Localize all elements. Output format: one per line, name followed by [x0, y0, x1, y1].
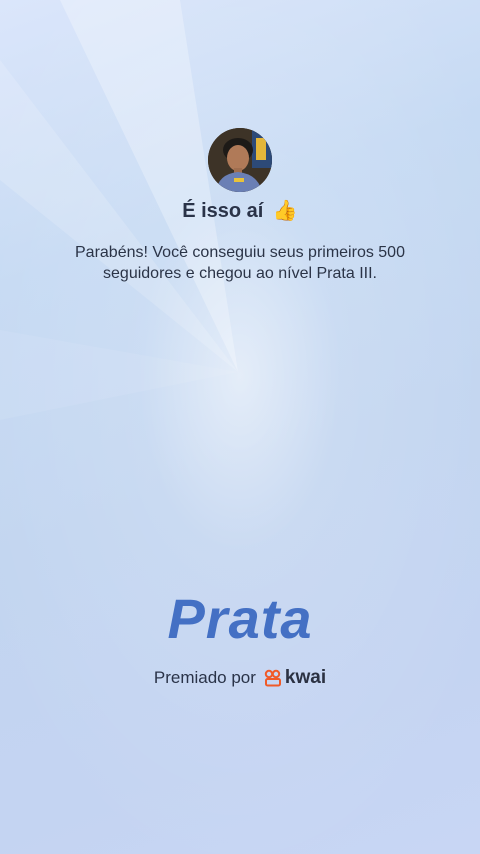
page-title: É isso aí 👍 [0, 198, 480, 223]
user-avatar [208, 128, 272, 192]
thumbs-up-icon: 👍 [272, 200, 298, 222]
level-name: Prata [167, 587, 313, 650]
avatar-photo-icon [208, 128, 272, 192]
title-text: É isso aí [182, 200, 264, 222]
congrats-message: Parabéns! Você conseguiu seus primeiros … [75, 244, 405, 282]
awarded-label: Premiado por [153, 668, 256, 687]
brand-name: kwai [284, 667, 327, 688]
kwai-logo-icon [264, 669, 281, 687]
brand: kwai [264, 667, 326, 689]
awarded-by-row: Premiado por kwai [0, 667, 480, 689]
